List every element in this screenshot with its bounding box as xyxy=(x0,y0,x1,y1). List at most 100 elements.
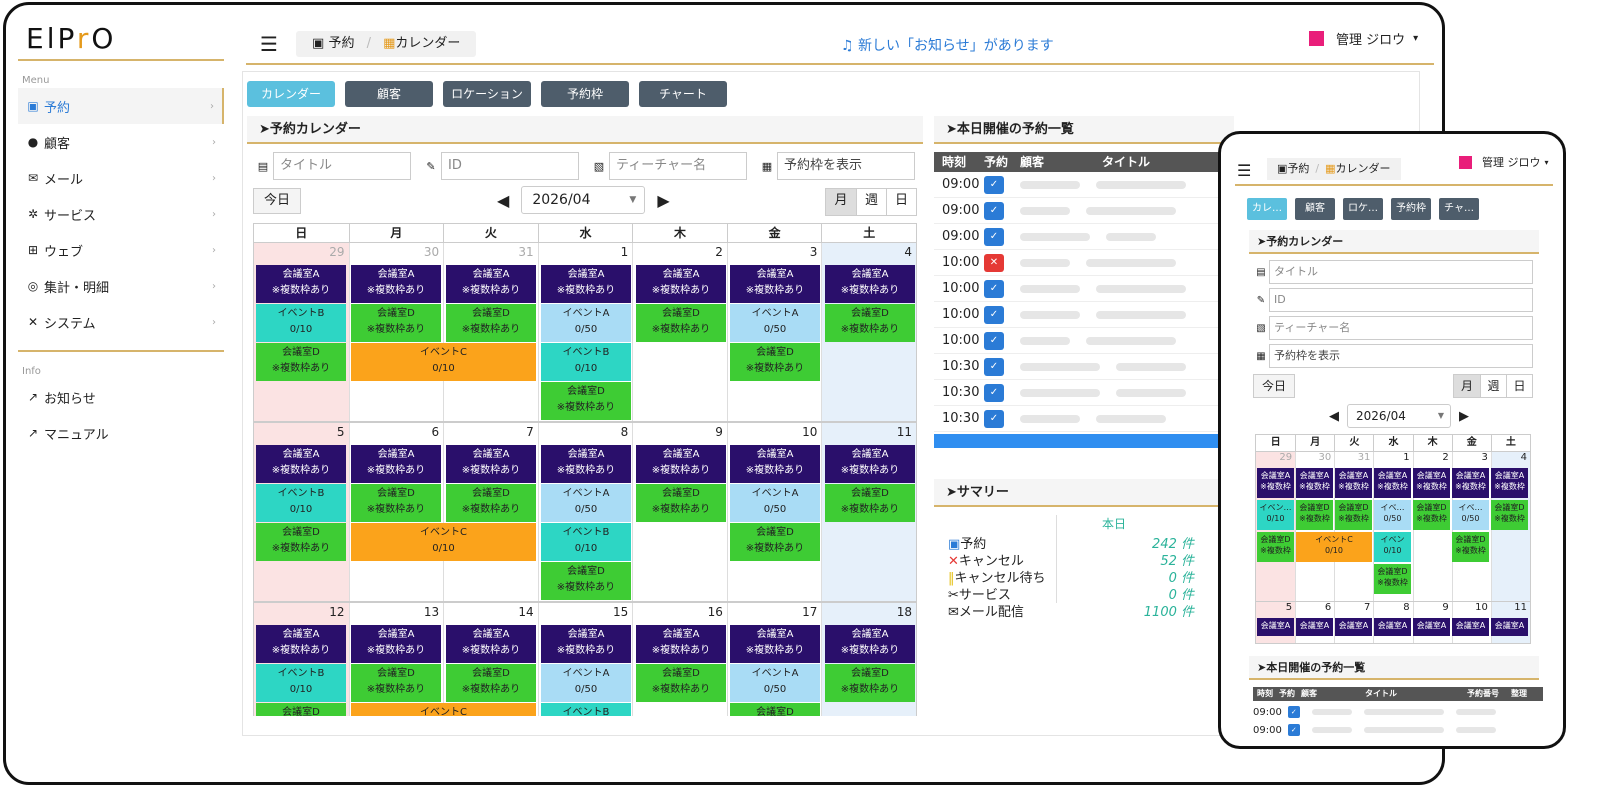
event-room-a[interactable]: 会議室A ※複数枠あり xyxy=(825,625,915,663)
sidebar-item-manual[interactable]: ↗ マニュアル xyxy=(18,415,224,451)
event-room-d[interactable]: 会議室D ※複数枠あり xyxy=(256,343,346,381)
calendar-check-icon[interactable]: ✓ xyxy=(1287,724,1300,736)
sidebar-item-news[interactable]: ↗ お知らせ xyxy=(18,379,224,415)
event-room-a[interactable]: 会議室A ※複数枠あり xyxy=(446,445,536,483)
event-b[interactable]: イベン… 0/10 xyxy=(1257,500,1294,530)
today-button[interactable]: 今日 xyxy=(1253,374,1296,398)
id-filter-input[interactable]: ID xyxy=(441,152,579,180)
calendar-check-icon[interactable]: ✓ xyxy=(984,331,1004,350)
teacher-filter-input[interactable]: ティーチャー名 xyxy=(1269,316,1533,340)
event-room-a[interactable]: 会議室A ※複数枠あり xyxy=(825,445,915,483)
event-a[interactable]: イベントA 0/50 xyxy=(730,304,820,342)
horizontal-scrollbar[interactable] xyxy=(934,434,1234,448)
event-room-d[interactable]: 会議室D ※複数枠 xyxy=(1296,500,1333,530)
event-room-a[interactable]: 会議室A xyxy=(1452,618,1489,636)
cancel-icon[interactable]: ✕ xyxy=(984,253,1004,272)
notice-link[interactable]: ♫ 新しい「お知らせ」があります xyxy=(841,35,1054,55)
event-room-a[interactable]: 会議室A xyxy=(1491,618,1528,636)
event-room-a[interactable]: 会議室A xyxy=(1374,618,1411,636)
event-a[interactable]: イベントA 0/50 xyxy=(541,664,631,702)
slot-filter-select[interactable]: 予約枠を表示 xyxy=(777,152,915,180)
tab-slot[interactable]: 予約枠 xyxy=(1391,198,1431,220)
sidebar-item-service[interactable]: ✲ サービス › xyxy=(18,196,224,232)
calendar-check-icon[interactable]: ✓ xyxy=(984,279,1004,298)
hamburger-menu-icon[interactable]: ☰ xyxy=(1237,163,1251,179)
event-room-a[interactable]: 会議室A ※複数枠あり xyxy=(446,625,536,663)
sidebar-item-mail[interactable]: ✉ メール › xyxy=(18,160,224,196)
table-row[interactable]: 10:30 ✓ xyxy=(934,380,1234,406)
view-week-button[interactable]: 週 xyxy=(1480,375,1506,397)
event-c[interactable]: イベントC 0/10 xyxy=(351,343,536,381)
calendar-check-icon[interactable]: ✓ xyxy=(984,305,1004,324)
sidebar-item-report[interactable]: ◎ 集計・明細 › xyxy=(18,268,224,304)
event-room-d[interactable]: 会議室D ※複数枠 xyxy=(1257,532,1294,562)
event-room-a[interactable]: 会議室A ※複数枠あり xyxy=(256,445,346,483)
event-room-a[interactable]: 会議室A ※複数枠あり xyxy=(636,445,726,483)
event-room-a[interactable]: 会議室A ※複数枠 xyxy=(1257,468,1294,498)
event-room-d[interactable]: 会議室D xyxy=(256,703,346,716)
calendar-check-icon[interactable]: ✓ xyxy=(984,227,1004,246)
event-room-a[interactable]: 会議室A ※複数枠あり xyxy=(541,625,631,663)
id-filter-input[interactable]: ID xyxy=(1269,288,1533,312)
event-room-d[interactable]: 会議室D xyxy=(730,703,820,716)
event-room-a[interactable]: 会議室A ※複数枠あり xyxy=(730,265,820,303)
event-b[interactable]: イベントB 0/10 xyxy=(256,304,346,342)
view-day-button[interactable]: 日 xyxy=(886,189,916,215)
sidebar-item-reservation[interactable]: ▣ 予約 › xyxy=(18,88,224,124)
event-room-d[interactable]: 会議室D ※複数枠あり xyxy=(351,484,441,522)
event-room-d[interactable]: 会議室D ※複数枠あり xyxy=(256,523,346,561)
event-a[interactable]: イベントA 0/50 xyxy=(730,664,820,702)
next-month-icon[interactable]: ▶ xyxy=(657,191,669,210)
event-a[interactable]: イベントA 0/50 xyxy=(730,484,820,522)
calendar-check-icon[interactable]: ✓ xyxy=(984,201,1004,220)
event-c[interactable]: イベントC xyxy=(351,703,536,716)
prev-month-icon[interactable]: ◀ xyxy=(497,191,509,210)
table-row[interactable]: 10:30 ✓ xyxy=(934,406,1234,432)
event-room-d[interactable]: 会議室D ※複数枠あり xyxy=(446,664,536,702)
event-room-a[interactable]: 会議室A ※複数枠あり xyxy=(636,625,726,663)
event-room-d[interactable]: 会議室D ※複数枠 xyxy=(1491,500,1528,530)
calendar-check-icon[interactable]: ✓ xyxy=(984,175,1004,194)
event-room-a[interactable]: 会議室A ※複数枠あり xyxy=(351,625,441,663)
sidebar-item-customer[interactable]: ● 顧客 › xyxy=(18,124,224,160)
event-b[interactable]: イベン 0/10 xyxy=(1374,532,1411,562)
event-b[interactable]: イベントB 0/10 xyxy=(256,664,346,702)
month-select[interactable]: 2026/04 ▼ xyxy=(521,186,646,214)
sidebar-item-system[interactable]: ✕ システム › xyxy=(18,304,224,340)
event-room-a[interactable]: 会議室A ※複数枠あり xyxy=(541,265,631,303)
event-room-a[interactable]: 会議室A ※複数枠あり xyxy=(446,265,536,303)
event-room-a[interactable]: 会議室A xyxy=(1296,618,1333,636)
tab-calendar[interactable]: カレンダー xyxy=(247,81,335,107)
tab-slot[interactable]: 予約枠 xyxy=(541,81,629,107)
table-row[interactable]: 10:00 ✓ xyxy=(934,276,1234,302)
calendar-check-icon[interactable]: ✓ xyxy=(1287,706,1300,718)
teacher-filter-input[interactable]: ティーチャー名 xyxy=(609,152,747,180)
event-room-a[interactable]: 会議室A ※複数枠 xyxy=(1452,468,1489,498)
tab-location[interactable]: ロケ… xyxy=(1343,198,1383,220)
event-room-d[interactable]: 会議室D ※複数枠あり xyxy=(636,304,726,342)
event-room-d[interactable]: 会議室D ※複数枠 xyxy=(1452,532,1489,562)
table-row[interactable]: 09:00 ✓ xyxy=(1253,721,1543,739)
view-month-button[interactable]: 月 xyxy=(826,189,856,215)
event-room-d[interactable]: 会議室D ※複数枠あり xyxy=(446,304,536,342)
event-room-d[interactable]: 会議室D ※複数枠あり xyxy=(541,382,631,420)
event-room-d[interactable]: 会議室D ※複数枠あり xyxy=(351,304,441,342)
event-room-a[interactable]: 会議室A ※複数枠あり xyxy=(730,445,820,483)
event-room-d[interactable]: 会議室D ※複数枠 xyxy=(1374,564,1411,594)
today-button[interactable]: 今日 xyxy=(253,188,302,214)
event-room-d[interactable]: 会議室D ※複数枠あり xyxy=(730,523,820,561)
month-select[interactable]: 2026/04 ▼ xyxy=(1347,404,1451,428)
event-room-a[interactable]: 会議室A ※複数枠 xyxy=(1413,468,1450,498)
tab-location[interactable]: ロケーション xyxy=(443,81,531,107)
tab-customer[interactable]: 顧客 xyxy=(345,81,433,107)
view-week-button[interactable]: 週 xyxy=(856,189,886,215)
event-room-a[interactable]: 会議室A ※複数枠あり xyxy=(636,265,726,303)
event-a[interactable]: イベ… 0/50 xyxy=(1452,500,1489,530)
event-room-d[interactable]: 会議室D ※複数枠 xyxy=(1413,500,1450,530)
table-row[interactable]: 10:00 ✓ xyxy=(934,328,1234,354)
event-b[interactable]: イベントB 0/10 xyxy=(256,484,346,522)
tab-chart[interactable]: チャ… xyxy=(1439,198,1479,220)
title-filter-input[interactable]: タイトル xyxy=(1269,260,1533,284)
event-room-d[interactable]: 会議室D ※複数枠あり xyxy=(825,484,915,522)
tab-calendar[interactable]: カレ… xyxy=(1247,198,1287,220)
